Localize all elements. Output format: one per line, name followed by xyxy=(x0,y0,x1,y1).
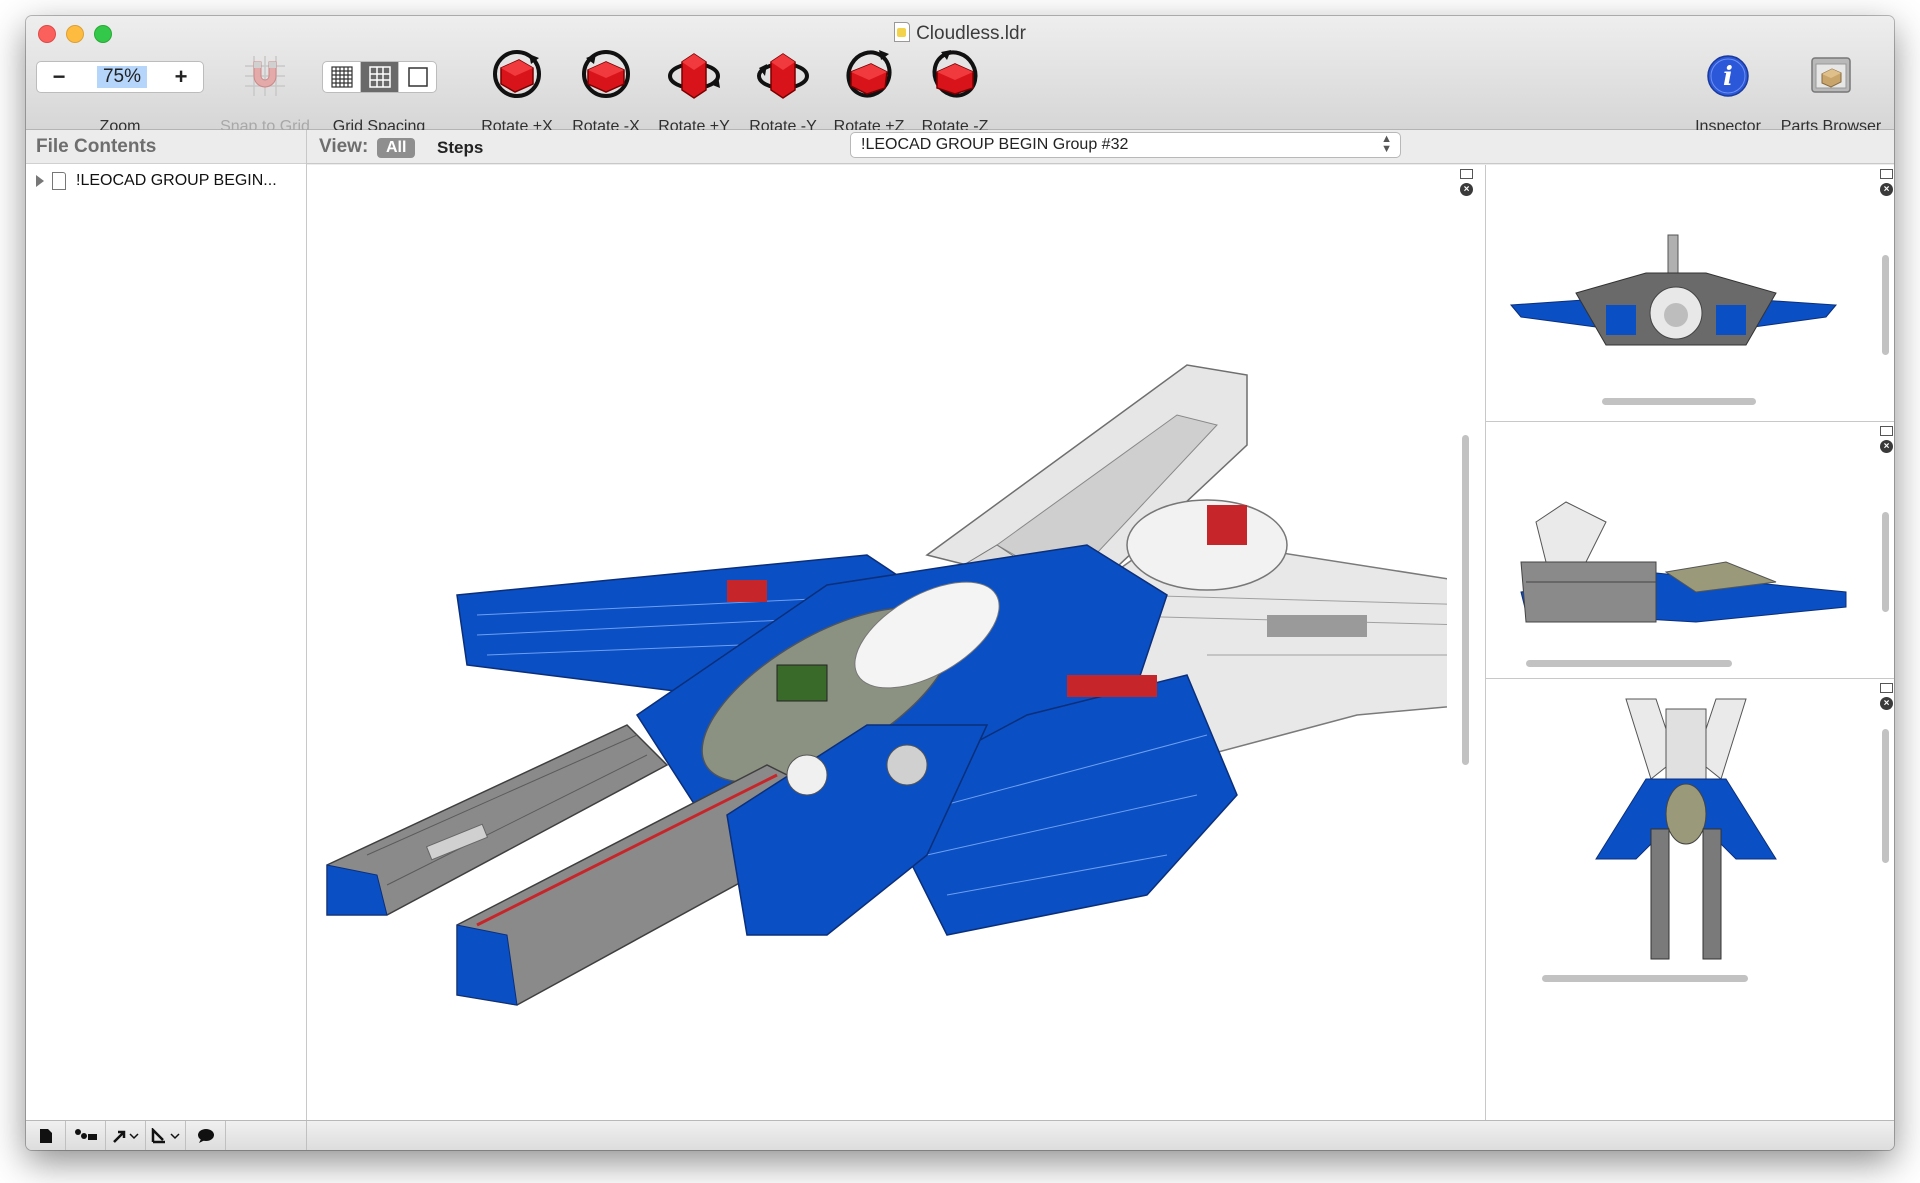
comment-icon xyxy=(197,1129,214,1143)
close-pane-icon[interactable]: × xyxy=(1460,183,1473,196)
steps-button[interactable] xyxy=(66,1121,106,1150)
steps-icon xyxy=(74,1129,97,1140)
split-pane-icon[interactable] xyxy=(1880,683,1893,693)
chevron-updown-icon: ▲ ▼ xyxy=(1381,133,1392,155)
close-pane-icon[interactable]: × xyxy=(1880,697,1893,710)
spaceship-model-top xyxy=(1595,698,1777,960)
bottom-bar xyxy=(26,1120,1894,1150)
rotate-menu-icon xyxy=(151,1128,180,1144)
zoom-control: − 75% + xyxy=(36,61,204,93)
snap-to-grid-button[interactable]: Snap to Grid xyxy=(220,52,310,135)
tree-item[interactable]: !LEOCAD GROUP BEGIN... xyxy=(36,170,277,192)
toolbar: Cloudless.ldr − 75% + Zoom Snap to Grid xyxy=(26,16,1894,135)
info-icon: i xyxy=(1707,55,1749,97)
inspector-button[interactable]: i Inspector xyxy=(1695,54,1761,135)
rotate-icon xyxy=(582,50,630,98)
parts-browser-button[interactable]: Parts Browser xyxy=(1781,52,1881,135)
grid-medium-icon xyxy=(368,66,391,88)
view-all-button[interactable]: All xyxy=(377,138,416,158)
rotate-minus-z-button[interactable]: Rotate -Z xyxy=(922,46,988,135)
side-view-pane[interactable]: × xyxy=(1486,422,1894,679)
parts-box-icon xyxy=(1811,57,1851,93)
app-window: Cloudless.ldr − 75% + Zoom Snap to Grid xyxy=(26,16,1894,1150)
step-select[interactable]: !LEOCAD GROUP BEGIN Group #32 ▲ ▼ xyxy=(850,132,1401,158)
rotate-menu-button[interactable] xyxy=(146,1121,186,1150)
sidebar-title: File Contents xyxy=(36,136,157,157)
grid-medium-button[interactable] xyxy=(361,62,399,92)
main-viewport[interactable]: × xyxy=(307,165,1486,1130)
rotate-plus-x-button[interactable]: Rotate +X xyxy=(481,46,553,135)
tree-item-label: !LEOCAD GROUP BEGIN... xyxy=(76,172,277,189)
rotate-plus-y-button[interactable]: Rotate +Y xyxy=(658,46,730,135)
top-view-vertical-scrollbar[interactable] xyxy=(1882,729,1889,863)
front-view-vertical-scrollbar[interactable] xyxy=(1882,255,1889,355)
rotate-icon xyxy=(668,53,720,99)
side-view-vertical-scrollbar[interactable] xyxy=(1882,512,1889,612)
comment-button[interactable] xyxy=(186,1121,226,1150)
spaceship-model-perspective xyxy=(326,364,1447,1006)
grid-spacing-control xyxy=(322,61,437,93)
new-file-button[interactable] xyxy=(26,1121,66,1150)
rotate-icon xyxy=(932,50,978,98)
spaceship-model-side xyxy=(1520,501,1847,623)
front-view-horizontal-scrollbar[interactable] xyxy=(1602,398,1756,405)
split-pane-icon[interactable] xyxy=(1880,169,1893,179)
view-steps-button[interactable]: Steps xyxy=(437,138,483,158)
rotate-icon xyxy=(846,50,892,98)
bottom-bar-spacer xyxy=(226,1121,307,1150)
arrow-menu-button[interactable] xyxy=(106,1121,146,1150)
view-bar: View: All Steps !LEOCAD GROUP BEGIN Grou… xyxy=(307,130,1894,164)
close-pane-icon[interactable]: × xyxy=(1880,183,1893,196)
disclosure-triangle-icon[interactable] xyxy=(36,175,44,187)
zoom-in-button[interactable]: + xyxy=(161,62,201,92)
split-pane-icon[interactable] xyxy=(1460,169,1473,179)
file-contents-sidebar: File Contents !LEOCAD GROUP BEGIN... xyxy=(26,130,307,1120)
step-select-value: !LEOCAD GROUP BEGIN Group #32 xyxy=(861,136,1129,153)
split-pane-icon[interactable] xyxy=(1880,426,1893,436)
file-icon xyxy=(52,172,66,190)
front-view-pane[interactable]: × xyxy=(1486,165,1894,422)
viewport-vertical-scrollbar[interactable] xyxy=(1462,435,1469,765)
grid-off-button[interactable] xyxy=(399,62,436,92)
rotate-minus-x-button[interactable]: Rotate -X xyxy=(572,46,640,135)
grid-fine-button[interactable] xyxy=(323,62,361,92)
zoom-out-button[interactable]: − xyxy=(39,62,79,92)
magnet-icon xyxy=(245,56,285,96)
spaceship-model-front xyxy=(1509,234,1838,346)
grid-fine-icon xyxy=(330,66,353,88)
new-file-icon xyxy=(39,1129,52,1143)
doc-icon xyxy=(894,22,911,42)
rotate-plus-z-button[interactable]: Rotate +Z xyxy=(834,46,904,135)
rotate-minus-y-button[interactable]: Rotate -Y xyxy=(749,46,817,135)
close-pane-icon[interactable]: × xyxy=(1880,440,1893,453)
arrow-icon xyxy=(112,1130,139,1143)
top-view-horizontal-scrollbar[interactable] xyxy=(1542,975,1748,982)
rotate-icon xyxy=(493,50,541,98)
rotate-icon xyxy=(757,53,809,99)
view-label: View: xyxy=(319,136,369,157)
svg-text:i: i xyxy=(1723,62,1733,92)
top-view-pane[interactable]: × xyxy=(1486,679,1894,1120)
sidebar-header: File Contents xyxy=(26,130,306,164)
zoom-value-field[interactable]: 75% xyxy=(97,66,147,88)
window-title: Cloudless.ldr xyxy=(26,22,1894,45)
grid-off-icon xyxy=(407,67,428,87)
